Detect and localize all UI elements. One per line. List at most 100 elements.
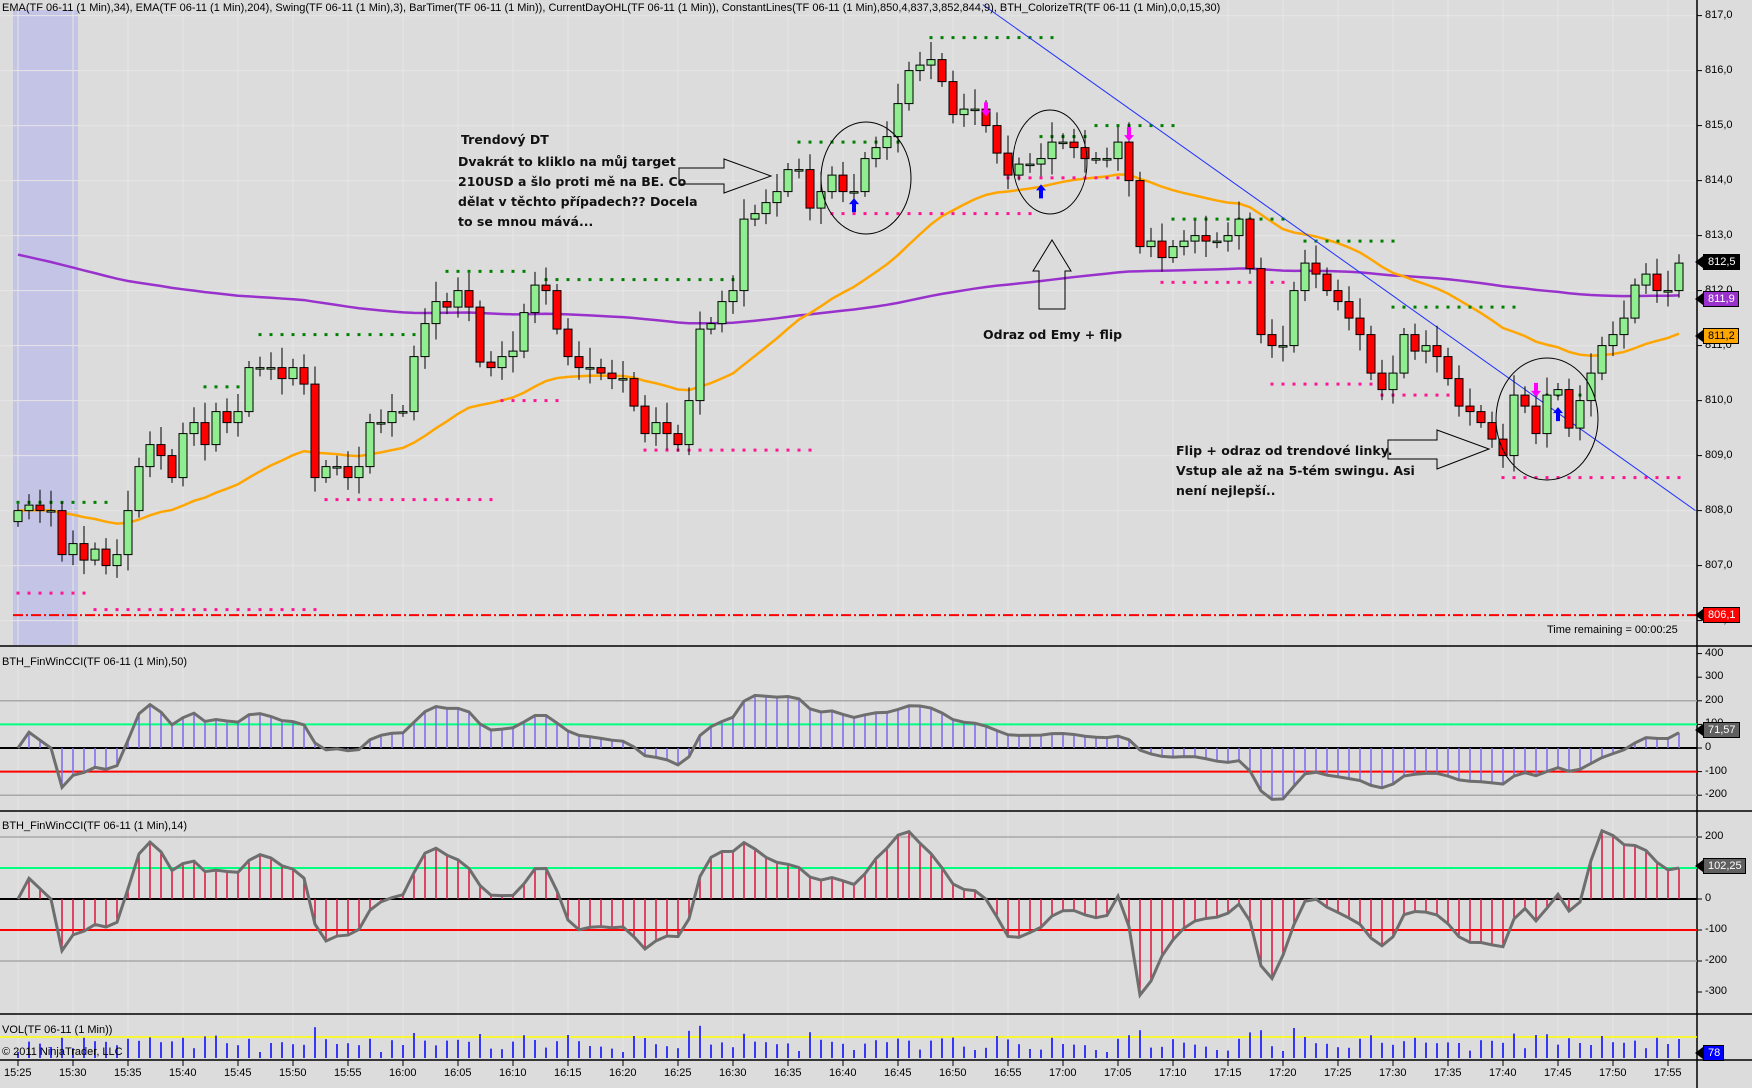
candle	[167, 455, 177, 479]
swing-low-dot	[1039, 176, 1043, 180]
candle	[1212, 240, 1222, 244]
time-label: 16:45	[884, 1067, 912, 1079]
cci-label: 200	[1705, 830, 1724, 842]
candle	[211, 411, 221, 446]
swing-low-dot	[236, 608, 240, 612]
swing-low-dot	[104, 608, 108, 612]
candle	[827, 174, 837, 193]
swing-high-dot	[16, 500, 20, 504]
time-label: 16:55	[994, 1067, 1022, 1079]
candle	[409, 356, 419, 413]
last-price-tag: 812,5	[1695, 254, 1740, 270]
swing-high-dot	[1050, 36, 1054, 40]
swing-high-dot	[973, 36, 977, 40]
swing-low-dot	[973, 212, 977, 216]
swing-low-dot	[1303, 382, 1307, 386]
swing-low-dot	[1677, 476, 1681, 480]
candle	[1443, 356, 1453, 380]
swing-low-dot	[555, 399, 559, 403]
candle	[46, 510, 56, 513]
swing-high-dot	[1468, 305, 1472, 309]
candle	[1146, 240, 1156, 248]
candle	[915, 64, 925, 72]
swing-high-dot	[1325, 239, 1329, 243]
swing-high-dot	[203, 385, 207, 389]
swing-low-dot	[753, 448, 757, 452]
swing-low-dot	[1512, 476, 1516, 480]
swing-low-dot	[390, 498, 394, 502]
candle	[497, 356, 507, 369]
swing-low-dot	[1314, 382, 1318, 386]
time-label: 17:55	[1654, 1067, 1682, 1079]
candle	[288, 367, 298, 380]
candle	[398, 411, 408, 414]
annotation-line: 210USD a šlo proti mě na BE. Co	[458, 174, 687, 189]
candle	[1575, 400, 1585, 429]
swing-high-dot	[1512, 305, 1516, 309]
swing-high-dot	[797, 140, 801, 144]
candle	[1410, 334, 1420, 352]
candle	[1454, 378, 1464, 407]
swing-high-dot	[1094, 124, 1098, 128]
time-label: 15:30	[59, 1067, 87, 1079]
swing-low-dot	[709, 448, 713, 452]
swing-high-dot	[808, 140, 812, 144]
swing-low-dot	[1655, 476, 1659, 480]
swing-high-dot	[566, 278, 570, 282]
swing-low-dot	[302, 608, 306, 612]
candle	[618, 378, 628, 381]
candle	[1509, 394, 1519, 457]
swing-low-dot	[1413, 393, 1417, 397]
swing-low-dot	[1446, 393, 1450, 397]
swing-low-dot	[1600, 476, 1604, 480]
time-label: 17:25	[1324, 1067, 1352, 1079]
candle	[607, 372, 617, 380]
swing-low-dot	[698, 448, 702, 452]
swing-low-dot	[324, 498, 328, 502]
time-label: 16:00	[389, 1067, 417, 1079]
swing-low-dot	[1567, 476, 1571, 480]
time-label: 16:05	[444, 1067, 472, 1079]
swing-low-dot	[1578, 476, 1582, 480]
swing-high-dot	[1391, 239, 1395, 243]
candle	[233, 411, 243, 424]
ema34-tag: 811,2	[1695, 328, 1739, 344]
candle	[541, 284, 551, 292]
swing-low-dot	[38, 591, 42, 595]
swing-high-dot	[1160, 124, 1164, 128]
swing-low-dot	[1424, 393, 1428, 397]
candle	[684, 400, 694, 446]
swing-high-dot	[599, 278, 603, 282]
swing-low-dot	[1336, 382, 1340, 386]
time-label: 16:30	[719, 1067, 747, 1079]
swing-low-dot	[368, 498, 372, 502]
swing-high-dot	[225, 385, 229, 389]
candle	[970, 108, 980, 112]
swing-high-dot	[445, 269, 449, 273]
swing-low-dot	[71, 591, 75, 595]
candle	[530, 284, 540, 314]
candle	[1377, 372, 1387, 391]
swing-low-dot	[808, 448, 812, 452]
swing-high-dot	[1391, 305, 1395, 309]
swing-low-dot	[27, 591, 31, 595]
swing-low-dot	[742, 448, 746, 452]
chart-canvas[interactable]	[0, 0, 1752, 1088]
swing-high-dot	[1259, 217, 1263, 221]
swing-low-dot	[1666, 476, 1670, 480]
candle	[1289, 290, 1299, 347]
swing-high-dot	[698, 278, 702, 282]
candle	[849, 191, 859, 194]
swing-high-dot	[1116, 124, 1120, 128]
swing-high-dot	[1226, 217, 1230, 221]
candle	[596, 367, 606, 374]
candle	[310, 383, 320, 479]
candle	[640, 405, 650, 435]
swing-high-dot	[687, 278, 691, 282]
swing-low-dot	[181, 608, 185, 612]
swing-low-dot	[1006, 212, 1010, 216]
candle	[255, 367, 265, 370]
swing-high-dot	[962, 36, 966, 40]
swing-high-dot	[643, 278, 647, 282]
swing-low-dot	[951, 212, 955, 216]
